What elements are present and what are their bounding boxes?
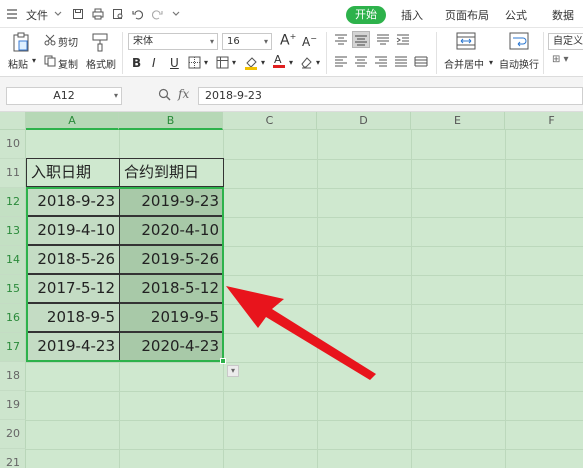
chevron-down-icon: ▾ [263, 37, 268, 46]
distributed-icon[interactable] [414, 56, 428, 71]
format-painter-icon[interactable] [91, 32, 109, 55]
currency-format-icon[interactable]: ⊞ ▾ [552, 54, 569, 65]
font-size-value: 16 [227, 36, 240, 47]
copy-icon[interactable] [44, 55, 56, 70]
chevron-down-icon[interactable] [52, 8, 64, 20]
print-icon[interactable] [92, 8, 104, 20]
print-preview-icon[interactable] [112, 8, 124, 20]
merge-center-button[interactable]: 合并居中 [444, 56, 484, 71]
decrease-font-icon[interactable]: A− [302, 34, 317, 49]
format-painter-button[interactable]: 格式刷 [86, 56, 116, 71]
svg-text:A: A [274, 53, 282, 66]
chevron-down-icon: ▾ [113, 91, 118, 100]
fx-icon[interactable]: fx [178, 87, 189, 101]
formula-bar: A12 ▾ fx 2018-9-23 [0, 77, 583, 112]
font-color-icon[interactable]: A [272, 53, 286, 72]
border-icon[interactable] [188, 56, 201, 72]
ribbon-divider [326, 32, 327, 74]
copy-button[interactable]: 复制 [58, 56, 78, 71]
cell-style-dropdown-icon[interactable]: ▾ [232, 58, 236, 67]
merge-center-icon[interactable] [456, 32, 476, 53]
underline-icon[interactable]: U [170, 56, 179, 70]
formula-value: 2018-9-23 [205, 89, 262, 102]
align-bottom-icon[interactable] [376, 34, 390, 49]
cell-style-icon[interactable] [216, 56, 229, 72]
undo-icon[interactable] [132, 8, 144, 20]
number-format-value: 自定义 [553, 36, 583, 47]
justify-icon[interactable] [394, 56, 408, 71]
number-format-select[interactable]: 自定义 [548, 33, 583, 50]
ribbon-divider [436, 32, 437, 74]
clear-icon[interactable] [300, 56, 313, 72]
chevron-down-icon: ▾ [209, 37, 214, 46]
wrap-text-icon[interactable] [509, 32, 529, 53]
save-icon[interactable] [72, 8, 84, 20]
font-name-select[interactable]: 宋体 ▾ [128, 33, 218, 50]
tab-insert[interactable]: 插入 [401, 7, 423, 23]
align-middle-icon[interactable] [352, 31, 370, 48]
annotation-arrow [226, 286, 376, 380]
tab-data[interactable]: 数据 [552, 7, 574, 23]
align-right-icon[interactable] [374, 56, 388, 71]
name-box-value: A12 [53, 89, 75, 102]
file-menu[interactable]: 文件 [26, 7, 48, 23]
formula-input[interactable]: 2018-9-23 [198, 87, 583, 105]
increase-font-icon[interactable]: A+ [280, 32, 296, 49]
indent-icon[interactable] [396, 34, 410, 49]
tab-home[interactable]: 开始 [346, 6, 386, 24]
paste-dropdown-icon[interactable]: ▾ [32, 56, 36, 65]
tab-page-layout[interactable]: 页面布局 [445, 7, 489, 23]
clear-dropdown-icon[interactable]: ▾ [316, 58, 320, 67]
redo-icon[interactable] [151, 8, 163, 20]
ribbon-divider [122, 32, 123, 74]
ribbon-toolbar: 粘贴 ▾ 剪切 复制 格式刷 宋体 ▾ 16 ▾ A+ A− B I U ▾ ▾… [0, 28, 583, 77]
border-dropdown-icon[interactable]: ▾ [204, 58, 208, 67]
arrow-shape [226, 286, 376, 380]
font-color-dropdown-icon[interactable]: ▾ [289, 58, 293, 67]
quick-access-chevron-icon[interactable] [170, 8, 182, 20]
align-center-icon[interactable] [354, 56, 368, 71]
align-top-icon[interactable] [334, 34, 348, 49]
paste-button[interactable]: 粘贴 [8, 56, 28, 71]
zoom-search-icon[interactable] [158, 88, 171, 104]
spreadsheet-grid[interactable]: A B C D E F 10 11 12 13 14 15 16 17 18 1… [0, 112, 583, 468]
hamburger-icon[interactable] [6, 8, 18, 20]
italic-icon[interactable]: I [152, 56, 156, 70]
fill-color-dropdown-icon[interactable]: ▾ [261, 58, 265, 67]
font-name-value: 宋体 [133, 36, 153, 47]
fill-color-icon[interactable] [244, 55, 258, 73]
cut-button[interactable]: 剪切 [58, 34, 78, 49]
bold-icon[interactable]: B [132, 56, 141, 70]
merge-dropdown-icon[interactable]: ▾ [489, 58, 493, 67]
menu-bar: 文件 开始 插入 页面布局 公式 数据 [0, 0, 583, 28]
paste-icon[interactable] [12, 32, 30, 55]
name-box[interactable]: A12 ▾ [6, 87, 122, 105]
scissors-icon[interactable] [44, 34, 56, 49]
wrap-text-button[interactable]: 自动换行 [499, 56, 539, 71]
tab-formula[interactable]: 公式 [505, 7, 527, 23]
align-left-icon[interactable] [334, 56, 348, 71]
font-size-select[interactable]: 16 ▾ [222, 33, 272, 50]
ribbon-divider [543, 32, 544, 74]
